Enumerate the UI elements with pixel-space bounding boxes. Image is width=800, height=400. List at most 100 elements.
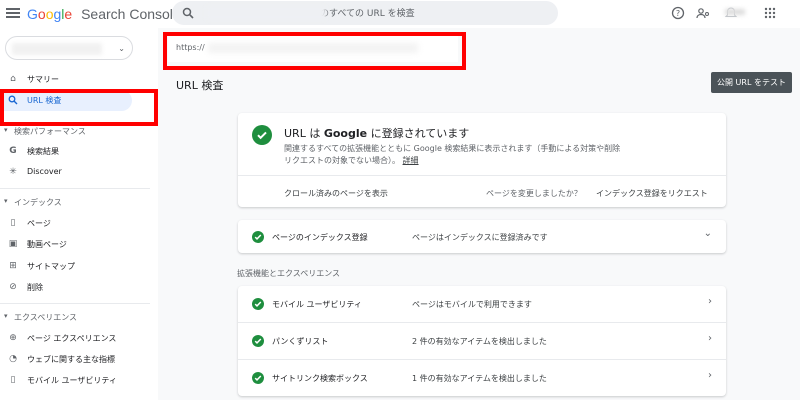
sidebar-item-label: Discover xyxy=(27,167,62,176)
divider xyxy=(0,188,150,189)
url-inspection-search[interactable]: のすべての URL を検査 xyxy=(172,1,558,25)
asterisk-icon: ✳ xyxy=(9,167,17,177)
svg-text:?: ? xyxy=(676,9,680,18)
status-title: URL は Google に登録されています xyxy=(284,125,469,141)
check-circle-icon xyxy=(252,335,264,347)
main-content: https:// URL 検査 公開 URL をテスト URL は Google… xyxy=(158,28,800,400)
divider xyxy=(238,175,726,176)
section-label: インデックス xyxy=(14,198,62,207)
chevron-right-icon: › xyxy=(708,296,712,307)
menu-icon[interactable] xyxy=(6,6,20,20)
remove-icon: ⊘ xyxy=(9,282,17,292)
top-bar: Google Search Console のすべての URL を検査 ? xyxy=(0,0,800,28)
sidebar-item-core-web-vitals[interactable]: ◔ ウェブに関する主な指標 xyxy=(0,349,150,370)
logo-letter: G xyxy=(27,6,38,22)
row-title: モバイル ユーザビリティ xyxy=(272,300,362,309)
sitemap-icon: ⊞ xyxy=(9,261,17,271)
status-title-google: Google xyxy=(323,127,368,140)
check-circle-icon xyxy=(252,298,264,310)
row-status: 2 件の有効なアイテムを検出しました xyxy=(412,337,547,346)
check-circle-icon xyxy=(252,231,264,243)
section-label: 検索パフォーマンス xyxy=(14,127,86,136)
video-page-icon: ▣ xyxy=(8,239,18,249)
page-indexing-row[interactable]: ページのインデックス登録 ページはインデックスに登録済みです ⌄ xyxy=(238,220,726,253)
sidebar-item-video-pages[interactable]: ▣ 動画ページ xyxy=(0,234,150,255)
sidebar-item-pages[interactable]: ▯ ページ xyxy=(0,213,150,234)
enhancement-row-mobile-usability[interactable]: モバイル ユーザビリティ ページはモバイルで利用できます › xyxy=(238,286,726,322)
check-circle-icon xyxy=(252,125,272,145)
sidebar-item-label: 削除 xyxy=(27,283,43,292)
sidebar-item-discover[interactable]: ✳ Discover xyxy=(0,162,150,183)
collapse-arrow-icon: ▾ xyxy=(4,197,8,205)
section-label: エクスペリエンス xyxy=(14,313,78,322)
status-title-suffix: に登録されています xyxy=(367,127,470,140)
sidebar-item-page-experience[interactable]: ⊕ ページ エクスペリエンス xyxy=(0,328,150,349)
property-selector[interactable]: ⌄ xyxy=(5,36,133,60)
check-circle-icon xyxy=(252,372,264,384)
collapse-arrow-icon: ▾ xyxy=(4,126,8,134)
row-title: パンくずリスト xyxy=(272,337,329,346)
redacted-property xyxy=(12,43,102,55)
chevron-right-icon: › xyxy=(708,333,712,344)
apps-grid-icon[interactable] xyxy=(763,6,777,20)
sidebar-item-search-results[interactable]: G 検索結果 xyxy=(0,141,150,162)
test-live-url-button[interactable]: 公開 URL をテスト xyxy=(711,72,792,93)
view-crawled-page-link[interactable]: クロール済みのページを表示 xyxy=(284,188,388,199)
plus-circle-icon: ⊕ xyxy=(9,333,17,343)
product-name: Search Console xyxy=(81,6,181,22)
sidebar-item-removals[interactable]: ⊘ 削除 xyxy=(0,277,150,298)
sidebar-item-label: 検索結果 xyxy=(27,147,59,156)
phone-icon: ▯ xyxy=(10,375,16,385)
sidebar-item-summary[interactable]: ⌂ サマリー xyxy=(0,69,150,90)
redacted-account xyxy=(725,9,745,15)
gauge-icon: ◔ xyxy=(9,354,17,364)
divider xyxy=(0,303,150,304)
logo-letter: e xyxy=(64,6,73,22)
enhancements-card: モバイル ユーザビリティ ページはモバイルで利用できます › パンくずリスト 2… xyxy=(238,286,726,396)
row-title: サイトリンク検索ボックス xyxy=(272,374,368,383)
home-icon: ⌂ xyxy=(10,74,16,84)
chevron-right-icon: › xyxy=(708,370,712,381)
row-status: ページはモバイルで利用できます xyxy=(412,300,532,309)
page-title: URL 検査 xyxy=(176,79,224,92)
sidebar-item-label: 動画ページ xyxy=(27,240,67,249)
sidebar-item-sitemaps[interactable]: ⊞ サイトマップ xyxy=(0,256,150,277)
enhancement-row-breadcrumbs[interactable]: パンくずリスト 2 件の有効なアイテムを検出しました › xyxy=(238,323,726,359)
status-description-text: 関連するすべての拡張機能とともに Google 検索結果に表示されます（手動によ… xyxy=(284,144,621,165)
chevron-down-icon: ⌄ xyxy=(703,228,712,239)
google-g-icon: G xyxy=(9,146,17,156)
highlight-box-url-inspection xyxy=(0,89,158,126)
enhancement-row-sitelinks-searchbox[interactable]: サイトリンク検索ボックス 1 件の有効なアイテムを検出しました › xyxy=(238,360,726,396)
highlight-box-url-field xyxy=(163,32,466,70)
section-experience[interactable]: ▾ エクスペリエンス xyxy=(0,309,150,325)
page-icon: ▯ xyxy=(10,218,16,228)
request-indexing-link[interactable]: インデックス登録をリクエスト xyxy=(596,188,708,199)
sidebar-item-label: ページ xyxy=(27,219,51,228)
app-logo[interactable]: Google Search Console xyxy=(27,6,181,22)
sidebar-item-label: モバイル ユーザビリティ xyxy=(27,376,117,385)
sidebar-item-mobile-usability[interactable]: ▯ モバイル ユーザビリティ xyxy=(0,370,150,391)
page-changed-question: ページを変更しましたか？ xyxy=(486,189,582,198)
help-icon[interactable]: ? xyxy=(671,6,685,20)
redacted-property xyxy=(206,6,326,20)
search-icon xyxy=(182,7,194,19)
sidebar-item-label: ページ エクスペリエンス xyxy=(27,334,117,343)
sidebar: ⌄ ⌂ サマリー URL 検査 ▾ 検索パフォーマンス G 検索結果 ✳ Dis… xyxy=(0,28,150,400)
logo-letter: o xyxy=(37,6,46,22)
enhancements-section-label: 拡張機能とエクスペリエンス xyxy=(237,269,341,278)
search-placeholder: のすべての URL を検査 xyxy=(320,9,415,19)
chevron-down-icon: ⌄ xyxy=(118,44,125,53)
row-status: ページはインデックスに登録済みです xyxy=(412,233,548,242)
sidebar-item-label: ウェブに関する主な指標 xyxy=(27,355,115,364)
row-title: ページのインデックス登録 xyxy=(272,233,368,242)
index-status-card: URL は Google に登録されています 関連するすべての拡張機能とともに … xyxy=(238,113,726,207)
learn-more-link[interactable]: 詳細 xyxy=(403,156,419,165)
status-description: 関連するすべての拡張機能とともに Google 検索結果に表示されます（手動によ… xyxy=(284,143,624,167)
section-index[interactable]: ▾ インデックス xyxy=(0,194,150,210)
manage-users-icon[interactable] xyxy=(696,6,710,20)
collapse-arrow-icon: ▾ xyxy=(4,312,8,320)
row-status: 1 件の有効なアイテムを検出しました xyxy=(412,374,547,383)
sidebar-item-label: サイトマップ xyxy=(27,262,75,271)
sidebar-item-label: サマリー xyxy=(27,75,59,84)
status-title-prefix: URL は xyxy=(284,127,324,140)
